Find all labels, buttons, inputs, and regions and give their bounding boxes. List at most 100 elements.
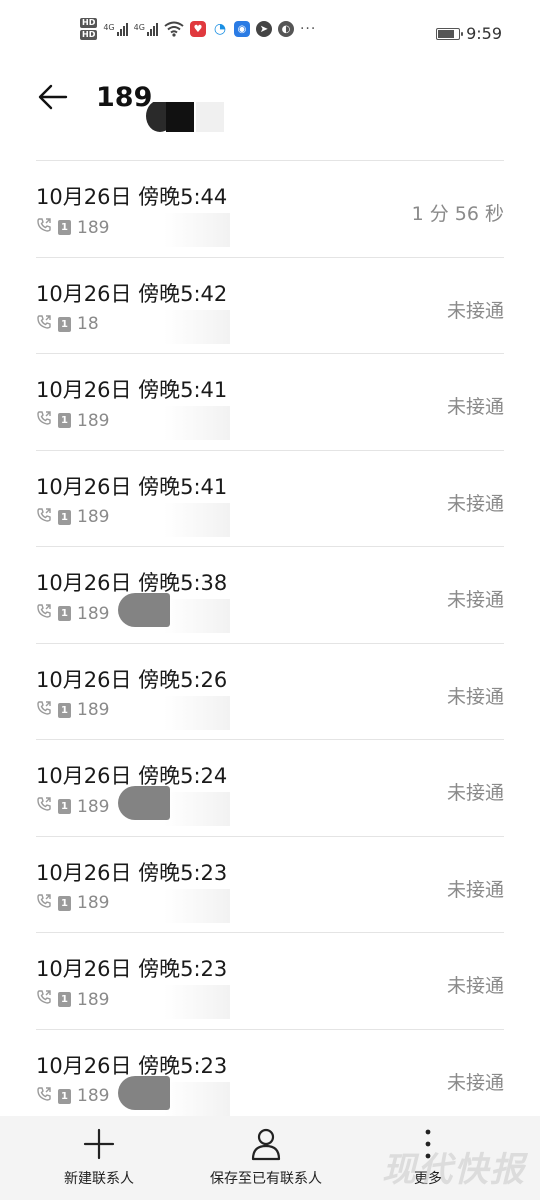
call-status: 1 分 56 秒 xyxy=(411,203,504,225)
redaction-mask xyxy=(120,888,230,923)
call-log-row[interactable]: 10月26日 傍晚5:23 1 189 未接通 xyxy=(36,1028,504,1126)
call-log-row[interactable]: 10月26日 傍晚5:41 1 189 未接通 xyxy=(36,449,504,547)
call-status: 未接通 xyxy=(446,299,504,322)
call-number: 189 xyxy=(77,410,110,431)
call-history-list: 10月26日 傍晚5:44 1 189 1 分 56 秒 10月26日 傍晚5:42 1 1… xyxy=(36,160,504,1125)
call-details: 1 189 xyxy=(36,700,109,721)
status-time: 9:59 xyxy=(466,24,502,43)
call-status: 未接通 xyxy=(446,1071,504,1094)
call-type-icon xyxy=(36,1086,52,1107)
app-notification-icon: ◐ xyxy=(277,21,294,37)
redaction-mask xyxy=(120,695,230,730)
sim-card-icon: 1 xyxy=(58,606,71,621)
call-details: 1 18 xyxy=(36,314,99,335)
redaction-mask xyxy=(120,309,230,344)
call-type-icon xyxy=(36,796,52,817)
call-details: 1 189 xyxy=(36,603,109,624)
new-contact-label: 新建联系人 xyxy=(64,1171,134,1187)
app-notification-icon: ◉ xyxy=(233,21,250,37)
call-number: 189 xyxy=(77,893,110,913)
status-bar: HD HD 4G 4G ♥ ◔ ◉ ➤ ◐ ··· 9:59 xyxy=(0,0,540,64)
hd-indicator: HD HD xyxy=(80,18,98,40)
sim-card-icon: 1 xyxy=(58,220,71,235)
call-number: 189 xyxy=(77,989,110,1010)
call-number: 189 xyxy=(77,700,110,720)
call-date: 10月26日 傍晚5:44 xyxy=(36,185,228,209)
call-date: 10月26日 傍晚5:23 xyxy=(36,860,228,885)
call-type-icon xyxy=(36,700,52,721)
sim-card-icon: 1 xyxy=(58,895,71,911)
sim-card-icon: 1 xyxy=(58,413,71,428)
signal-icon: 4G xyxy=(103,22,128,36)
call-log-row[interactable]: 10月26日 傍晚5:41 1 189 未接通 xyxy=(36,353,504,450)
app-notification-icon: ◔ xyxy=(211,21,228,37)
call-date: 10月26日 傍晚5:26 xyxy=(36,667,228,692)
sim-card-icon: 1 xyxy=(58,509,71,525)
header: 189 xyxy=(0,64,540,160)
call-log-row[interactable]: 10月26日 傍晚5:44 1 189 1 分 56 秒 xyxy=(36,160,504,257)
call-type-icon xyxy=(36,410,52,431)
call-date: 10月26日 傍晚5:42 xyxy=(36,281,228,306)
call-details: 1 189 xyxy=(36,893,109,914)
call-type-icon xyxy=(36,989,52,1010)
call-type-icon xyxy=(36,507,52,528)
battery-icon xyxy=(436,27,464,40)
redaction-mask xyxy=(120,502,230,537)
call-log-row[interactable]: 10月26日 傍晚5:24 1 189 未接通 xyxy=(36,739,504,836)
sim-card-icon: 1 xyxy=(58,1088,71,1104)
call-number: 189 xyxy=(77,796,110,817)
call-number: 189 xyxy=(77,507,110,527)
call-number: 189 xyxy=(77,217,110,238)
call-status: 未接通 xyxy=(446,975,504,997)
save-to-existing-label: 保存至已有联系人 xyxy=(210,1171,322,1187)
call-log-row[interactable]: 10月26日 傍晚5:23 1 189 未接通 xyxy=(36,835,504,933)
plus-icon xyxy=(83,1128,115,1160)
call-details: 1 189 xyxy=(36,410,109,431)
call-type-icon xyxy=(36,314,52,335)
save-to-existing-contact-button[interactable]: 保存至已有联系人 xyxy=(210,1126,322,1188)
watermark: 现代快报 xyxy=(382,1150,526,1190)
redaction-mask xyxy=(146,102,224,132)
app-notification-icon: ➤ xyxy=(255,21,272,37)
redaction-mask xyxy=(118,1075,170,1110)
call-details: 1 189 xyxy=(36,989,109,1010)
sim-card-icon: 1 xyxy=(58,799,71,814)
new-contact-button[interactable]: 新建联系人 xyxy=(64,1126,134,1188)
bottom-action-bar: 新建联系人 保存至已有联系人 更多 现代快报 xyxy=(0,1116,540,1200)
redaction-mask xyxy=(118,786,170,820)
call-log-row[interactable]: 10月26日 傍晚5:26 1 189 未接通 xyxy=(36,642,504,740)
back-arrow-icon[interactable] xyxy=(36,80,70,114)
sim-card-icon: 1 xyxy=(58,992,71,1007)
call-status: 未接通 xyxy=(446,878,504,901)
sim-card-icon: 1 xyxy=(58,702,71,718)
call-number: 189 xyxy=(77,603,110,624)
call-log-row[interactable]: 10月26日 傍晚5:38 1 189 未接通 xyxy=(36,546,504,643)
sim-card-icon: 1 xyxy=(58,316,71,332)
call-status: 未接通 xyxy=(446,782,504,804)
call-log-row[interactable]: 10月26日 傍晚5:23 1 189 未接通 xyxy=(36,932,504,1029)
signal-icon-2: 4G xyxy=(134,22,158,36)
call-details: 1 189 xyxy=(36,796,109,817)
redaction-mask xyxy=(120,213,230,247)
call-details: 1 189 xyxy=(36,1086,109,1107)
call-status: 未接通 xyxy=(446,685,504,708)
call-date: 10月26日 傍晚5:41 xyxy=(36,474,228,499)
person-icon xyxy=(251,1128,281,1161)
call-type-icon xyxy=(36,893,52,914)
call-type-icon xyxy=(36,217,52,238)
call-status: 未接通 xyxy=(446,492,504,515)
app-notification-icon: ♥ xyxy=(189,21,206,37)
more-notifications-icon: ··· xyxy=(299,21,317,37)
wifi-icon xyxy=(164,21,184,37)
call-date: 10月26日 傍晚5:23 xyxy=(36,1053,228,1078)
redaction-mask xyxy=(120,406,230,440)
call-log-row[interactable]: 10月26日 傍晚5:42 1 18 未接通 xyxy=(36,256,504,354)
redaction-mask xyxy=(120,985,230,1019)
call-status: 未接通 xyxy=(446,396,504,418)
call-type-icon xyxy=(36,603,52,624)
call-details: 1 189 xyxy=(36,217,109,238)
call-status: 未接通 xyxy=(446,589,504,611)
call-date: 10月26日 傍晚5:41 xyxy=(36,378,228,402)
redaction-mask xyxy=(118,593,170,627)
call-details: 1 189 xyxy=(36,507,109,528)
